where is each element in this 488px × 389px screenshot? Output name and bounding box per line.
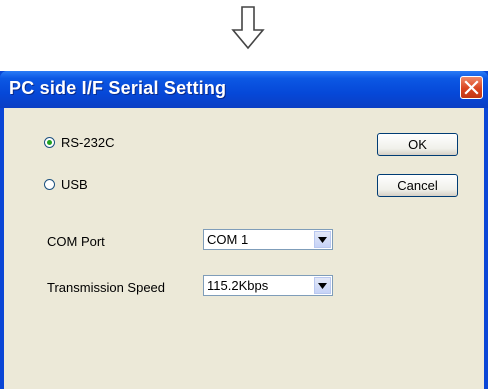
ok-button[interactable]: OK <box>377 133 458 156</box>
transmission-speed-dropdown-button[interactable] <box>314 277 331 294</box>
radio-label-usb: USB <box>61 177 88 192</box>
radio-button-checked[interactable] <box>44 137 55 148</box>
com-port-label: COM Port <box>47 234 105 249</box>
close-icon <box>464 80 479 95</box>
dialog-client-area: RS-232C USB OK Cancel COM Port COM 1 Tra… <box>4 108 484 389</box>
radio-label-rs232c: RS-232C <box>61 135 115 150</box>
down-arrow-icon <box>231 6 265 50</box>
chevron-down-icon <box>318 283 327 289</box>
com-port-select[interactable]: COM 1 <box>203 229 333 250</box>
com-port-value: COM 1 <box>207 232 249 247</box>
chevron-down-icon <box>318 237 327 243</box>
cancel-button[interactable]: Cancel <box>377 174 458 197</box>
close-button[interactable] <box>460 76 483 99</box>
serial-setting-dialog: PC side I/F Serial Setting RS-232C USB O… <box>0 71 488 389</box>
dialog-title: PC side I/F Serial Setting <box>9 78 227 98</box>
radio-button-unchecked[interactable] <box>44 179 55 190</box>
title-bar[interactable]: PC side I/F Serial Setting <box>0 71 488 108</box>
radio-usb[interactable]: USB <box>44 177 88 192</box>
transmission-speed-value: 115.2Kbps <box>207 278 269 293</box>
transmission-speed-label: Transmission Speed <box>47 280 166 295</box>
com-port-dropdown-button[interactable] <box>314 231 331 248</box>
transmission-speed-select[interactable]: 115.2Kbps <box>203 275 333 296</box>
radio-rs232c[interactable]: RS-232C <box>44 135 114 150</box>
